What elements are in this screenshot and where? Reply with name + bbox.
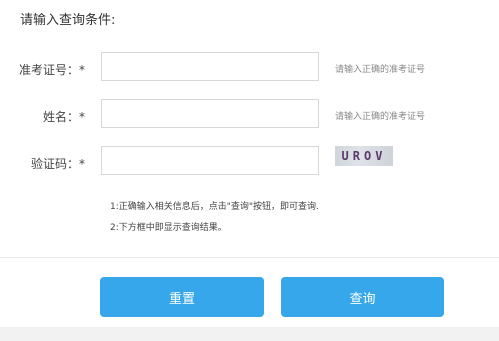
name-input[interactable]	[101, 99, 319, 128]
captcha-label: 验证码：*	[30, 157, 85, 171]
name-hint: 请输入正确的准考证号	[335, 112, 426, 122]
captcha-image[interactable]: UROV	[335, 146, 393, 166]
page-title: 请输入查询条件:	[20, 13, 116, 28]
exam-no-hint: 请输入正确的准考证号	[335, 65, 426, 75]
footer-band	[0, 327, 499, 341]
note-1: 1:正确输入相关信息后，点击"查询"按钮，即可查询.	[110, 202, 319, 212]
reset-button[interactable]: 重置	[100, 277, 264, 317]
captcha-input[interactable]	[101, 146, 319, 175]
note-2: 2:下方框中即显示查询结果。	[110, 223, 227, 233]
name-label: 姓名：*	[42, 110, 85, 124]
exam-no-input[interactable]	[101, 52, 319, 81]
exam-no-label: 准考证号：*	[18, 63, 85, 77]
divider	[0, 257, 499, 258]
query-button[interactable]: 查询	[281, 277, 444, 317]
